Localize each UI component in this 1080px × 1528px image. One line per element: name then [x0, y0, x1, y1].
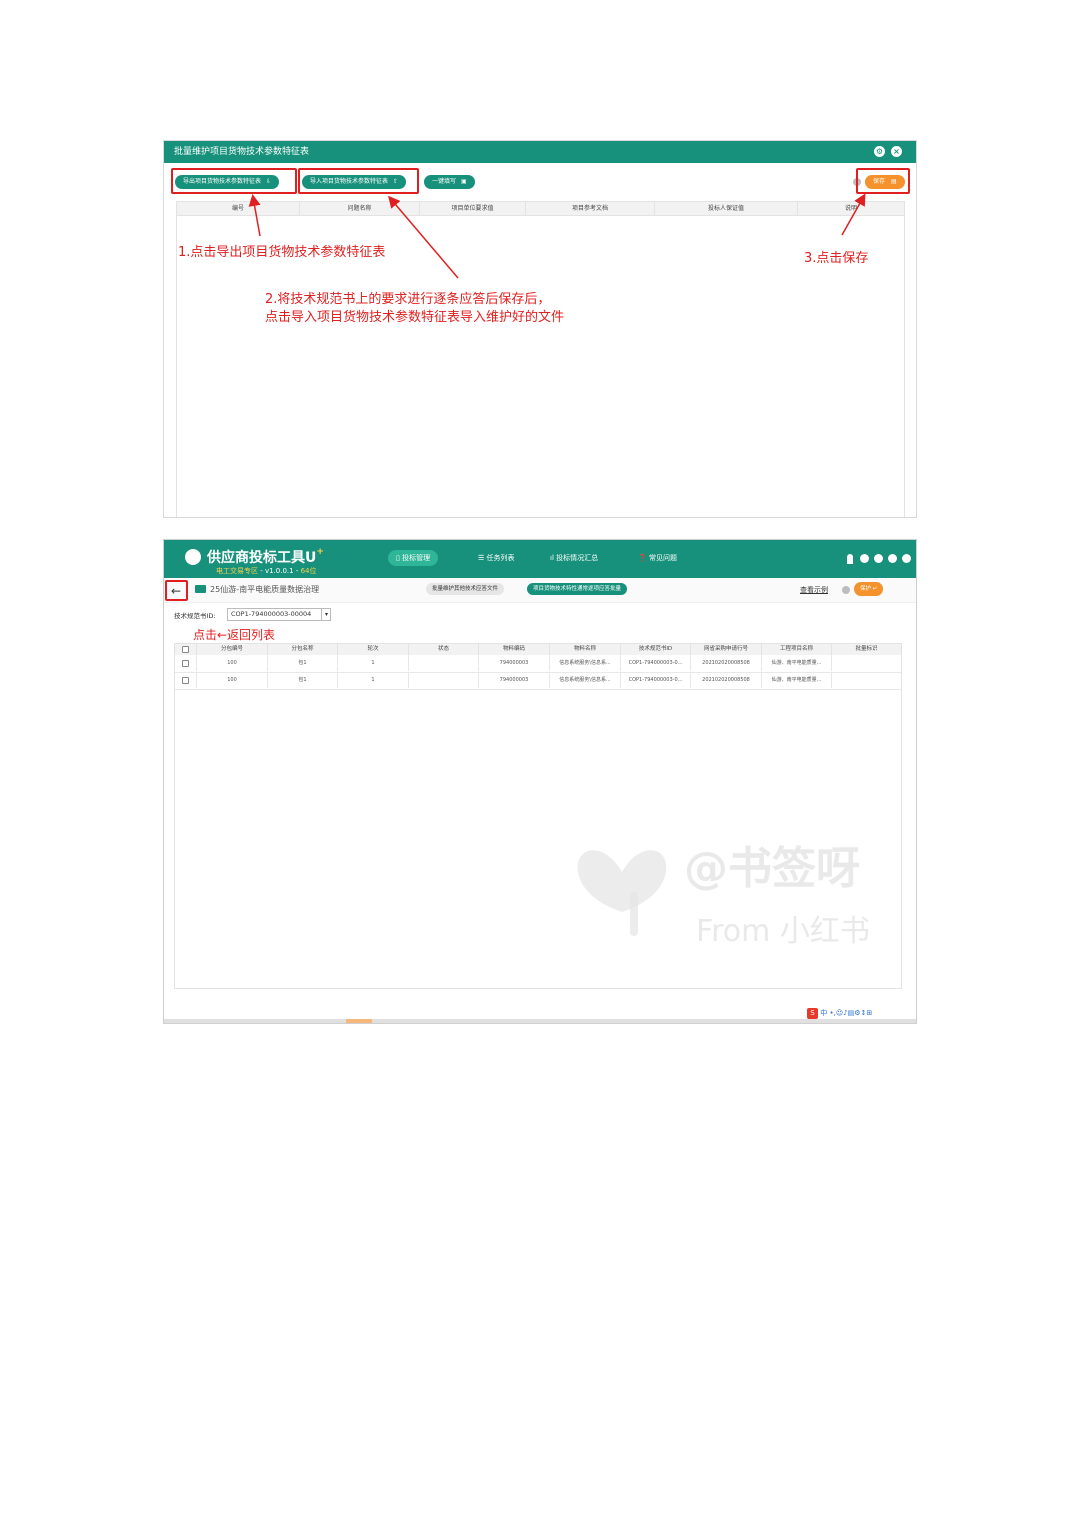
ime-mode-label: 中: [820, 1009, 828, 1017]
cell-spec-id: COP1-794000003-0...: [621, 672, 691, 688]
cell-package-number: 100: [197, 672, 268, 688]
app-version: 电工交易专区 - v1.0.0.1 - 64位: [216, 567, 317, 575]
col-project-name: 工程项目名称: [762, 644, 832, 655]
folder-icon: [195, 585, 206, 593]
col-package-number: 分包编号: [197, 644, 268, 655]
app-header: 供应商投标工具U+ 电工交易专区 - v1.0.0.1 - 64位 ▯ 投标管理…: [164, 540, 916, 578]
tab-other-tech-docs[interactable]: 批量维护其他技术应答文件: [426, 583, 505, 595]
watermark-source: From 小红书: [696, 914, 870, 949]
help-icon[interactable]: [842, 586, 850, 594]
nav-bid-management[interactable]: ▯ 投标管理: [388, 550, 439, 566]
cell-material-name: 信息系统服务\信息系...: [550, 655, 621, 671]
annotation-arrows-1: [248, 193, 866, 279]
question-icon: ❓: [638, 554, 649, 562]
col-package-name: 分包名称: [268, 644, 338, 655]
save-button[interactable]: 保护 ↵: [854, 582, 884, 596]
status-segment: [346, 1019, 372, 1023]
minimize-icon[interactable]: [874, 554, 883, 563]
col-material-name: 物料名称: [550, 644, 621, 655]
cell-purchase-line: 202102020008508: [691, 655, 762, 671]
cell-batch-flag: [832, 655, 901, 671]
cell-status: [409, 655, 479, 671]
table-row[interactable]: 100 包1 1 794000003 信息系统服务\信息系... COP1-79…: [175, 655, 901, 673]
tab-goods-tech-params[interactable]: 项目货物技术特性通常逐项应答批量: [527, 583, 628, 595]
nav-task-list[interactable]: ☰ 任务列表: [470, 550, 523, 566]
cell-package-number: 100: [197, 655, 268, 671]
row-checkbox-cell: [175, 655, 197, 671]
spec-id-label: 技术规范书ID:: [174, 612, 216, 620]
highlight-back: [165, 580, 188, 601]
col-status: 状态: [409, 644, 479, 655]
arrow-step1: [248, 194, 261, 237]
list-icon: ☰: [478, 554, 487, 562]
row-checkbox[interactable]: [182, 660, 189, 667]
select-all-checkbox[interactable]: [182, 646, 189, 653]
nav-bid-summary[interactable]: ıl 投标情况汇总: [542, 550, 606, 566]
cell-spec-id: COP1-794000003-0...: [621, 655, 691, 671]
cell-material-code: 794000003: [479, 672, 550, 688]
cell-status: [409, 672, 479, 688]
row-checkbox[interactable]: [182, 677, 189, 684]
annotation-back: 点击←返回列表: [193, 628, 276, 642]
col-purchase-line: 网省采购申请行号: [691, 644, 762, 655]
cell-round: 1: [338, 672, 409, 688]
arrow-step2: [388, 195, 459, 279]
maximize-icon[interactable]: [888, 554, 897, 563]
cell-package-name: 包1: [268, 655, 338, 671]
status-bar: [164, 1019, 916, 1023]
nav-faq[interactable]: ❓ 常见问题: [630, 550, 685, 566]
arrow-step3: [841, 193, 866, 236]
chevron-down-icon[interactable]: ▾: [321, 609, 331, 620]
cell-batch-flag: [832, 672, 901, 688]
cell-round: 1: [338, 655, 409, 671]
cell-project-name: 仙游、南平电能质量...: [762, 655, 832, 671]
cell-project-name: 仙游、南平电能质量...: [762, 672, 832, 688]
view-example-link[interactable]: 查看示例: [800, 585, 828, 595]
user-icon[interactable]: [860, 554, 869, 563]
cell-material-code: 794000003: [479, 655, 550, 671]
table-row[interactable]: 100 包1 1 794000003 信息系统服务\信息系... COP1-79…: [175, 672, 901, 690]
col-material-code: 物料编码: [479, 644, 550, 655]
ime-tool-icons: •,☺♪▤⚙↕⊞: [829, 1009, 873, 1017]
package-table-header: 分包编号 分包名称 轮次 状态 物料编码 物料名称 技术规范书ID 网省采购申请…: [175, 644, 901, 655]
spec-id-value: COP1-794000003-00004: [231, 610, 312, 618]
close-window-icon[interactable]: [902, 554, 911, 563]
cell-material-name: 信息系统服务\信息系...: [550, 672, 621, 688]
col-spec-id: 技术规范书ID: [621, 644, 691, 655]
breadcrumb: 25仙游-南平电能质量数据治理: [210, 585, 320, 594]
spec-id-select[interactable]: COP1-794000003-00004 ▾: [227, 608, 331, 621]
cell-package-name: 包1: [268, 672, 338, 688]
row-checkbox-cell: [175, 672, 197, 688]
watermark-logo: [577, 850, 667, 936]
app-logo-icon: [185, 549, 201, 565]
watermark-handle: @书签呀: [684, 843, 860, 894]
supplier-bid-tool-window: 供应商投标工具U+ 电工交易专区 - v1.0.0.1 - 64位 ▯ 投标管理…: [163, 539, 917, 1024]
app-title: 供应商投标工具U+: [207, 547, 324, 566]
header-checkbox-cell: [175, 644, 197, 655]
pin-icon[interactable]: [847, 554, 853, 564]
col-batch-flag: 批量标识: [832, 644, 901, 655]
cell-purchase-line: 202102020008508: [691, 672, 762, 688]
ime-logo-icon: S: [807, 1008, 818, 1019]
ime-tray[interactable]: S 中 •,☺♪▤⚙↕⊞: [807, 1007, 917, 1019]
col-round: 轮次: [338, 644, 409, 655]
